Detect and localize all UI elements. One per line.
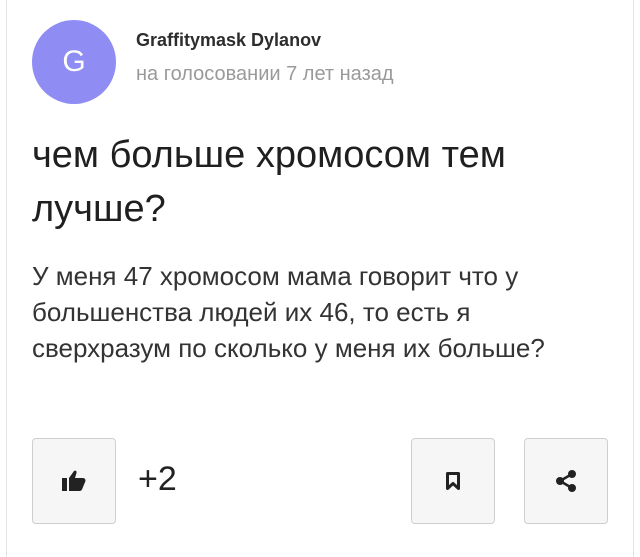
question-body: У меня 47 хромосом мама говорит что у бо… — [32, 261, 545, 363]
share-icon — [554, 469, 578, 493]
card-right-border — [633, 0, 634, 557]
post-header: G Graffitymask Dylanov на голосовании 7 … — [32, 20, 592, 104]
thumbs-up-icon — [62, 470, 86, 492]
avatar-letter: G — [62, 45, 86, 78]
avatar[interactable]: G — [32, 20, 116, 104]
like-button[interactable] — [32, 438, 116, 524]
like-count: +2 — [138, 460, 177, 498]
bookmark-icon — [446, 472, 460, 490]
card-left-border — [6, 0, 7, 557]
share-button[interactable] — [524, 438, 608, 524]
question-title: чем больше хромосом тем лучше? — [32, 134, 506, 230]
post-meta: на голосовании 7 лет назад — [136, 63, 394, 85]
author-name[interactable]: Graffitymask Dylanov — [136, 30, 321, 51]
bookmark-button[interactable] — [411, 438, 495, 524]
